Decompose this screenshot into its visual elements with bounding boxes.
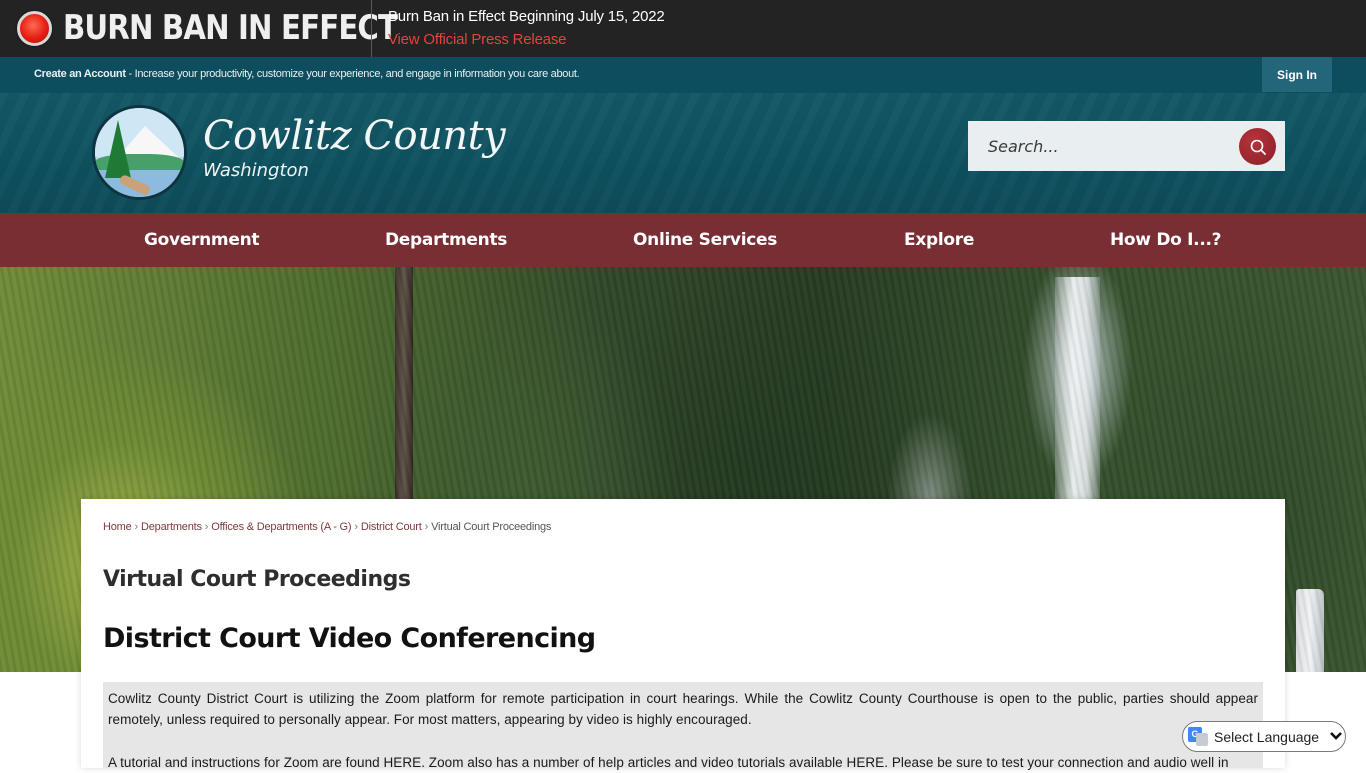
breadcrumb-separator: › bbox=[204, 521, 209, 533]
google-translate-icon: G bbox=[1188, 726, 1208, 747]
breadcrumb-departments[interactable]: Departments bbox=[141, 521, 202, 533]
nav-item-how-do-i[interactable]: How Do I...? bbox=[1110, 213, 1222, 267]
breadcrumb-district-court[interactable]: District Court bbox=[361, 521, 422, 533]
breadcrumb-separator: › bbox=[354, 521, 358, 533]
content-card: Home › Departments › Offices & Departments (… bbox=[81, 499, 1285, 770]
nav-item-explore[interactable]: Explore bbox=[904, 213, 974, 267]
search-button[interactable] bbox=[1239, 128, 1276, 165]
burn-ban-alert-bar: BURN BAN IN EFFECT Burn Ban in Effect Be… bbox=[0, 0, 1366, 57]
site-header: Cowlitz County Washington bbox=[0, 93, 1366, 213]
search-input[interactable] bbox=[968, 121, 1228, 171]
chevron-down-icon bbox=[1329, 729, 1343, 744]
breadcrumb-separator: › bbox=[134, 521, 139, 533]
account-tagline-text: - Increase your productivity, customize … bbox=[125, 68, 580, 80]
sign-in-button[interactable]: Sign In bbox=[1262, 57, 1332, 92]
tree-icon bbox=[105, 120, 131, 178]
site-logo-name[interactable]: Cowlitz County bbox=[203, 113, 506, 159]
create-account-link[interactable]: Create an Account bbox=[34, 68, 126, 80]
main-nav: Government Departments Online Services E… bbox=[0, 213, 1366, 267]
hero-tree-trunk bbox=[395, 267, 413, 502]
breadcrumb-separator: › bbox=[424, 521, 429, 533]
search-box bbox=[968, 121, 1285, 171]
hero-snag bbox=[1296, 589, 1324, 672]
magnifier-icon bbox=[1250, 139, 1266, 155]
intro-paragraph: Cowlitz County District Court is utilizi… bbox=[108, 691, 1258, 727]
nav-item-departments[interactable]: Departments bbox=[385, 213, 507, 267]
alert-message: Burn Ban in Effect Beginning July 15, 20… bbox=[388, 8, 665, 25]
section-title: District Court Video Conferencing bbox=[103, 623, 596, 654]
page-title: Virtual Court Proceedings bbox=[103, 567, 411, 592]
account-tagline: Create an Account - Increase your produc… bbox=[34, 68, 580, 80]
select-language-dropdown[interactable]: G Select Language bbox=[1182, 721, 1346, 752]
account-bar: Create an Account - Increase your produc… bbox=[0, 57, 1366, 93]
press-release-link[interactable]: View Official Press Release bbox=[388, 31, 566, 48]
alert-title: BURN BAN IN EFFECT bbox=[63, 8, 398, 48]
county-seal-logo[interactable] bbox=[92, 105, 187, 200]
breadcrumb-home[interactable]: Home bbox=[103, 521, 132, 533]
nav-item-online-services[interactable]: Online Services bbox=[633, 213, 777, 267]
select-language-label: Select Language bbox=[1214, 728, 1320, 745]
site-logo-subtitle: Washington bbox=[203, 160, 309, 181]
breadcrumb-offices-a-g[interactable]: Offices & Departments (A - G) bbox=[211, 521, 351, 533]
zoom-tutorial-paragraph: A tutorial and instructions for Zoom are… bbox=[108, 755, 1229, 770]
breadcrumb-current: Virtual Court Proceedings bbox=[431, 521, 552, 533]
alert-divider bbox=[371, 0, 372, 57]
breadcrumb: Home › Departments › Offices & Departments (… bbox=[103, 521, 551, 533]
nav-item-government[interactable]: Government bbox=[144, 213, 260, 267]
red-alert-dot-icon bbox=[17, 11, 52, 46]
hero-waterfall bbox=[1055, 277, 1100, 502]
content-body: Cowlitz County District Court is utilizi… bbox=[103, 682, 1263, 770]
